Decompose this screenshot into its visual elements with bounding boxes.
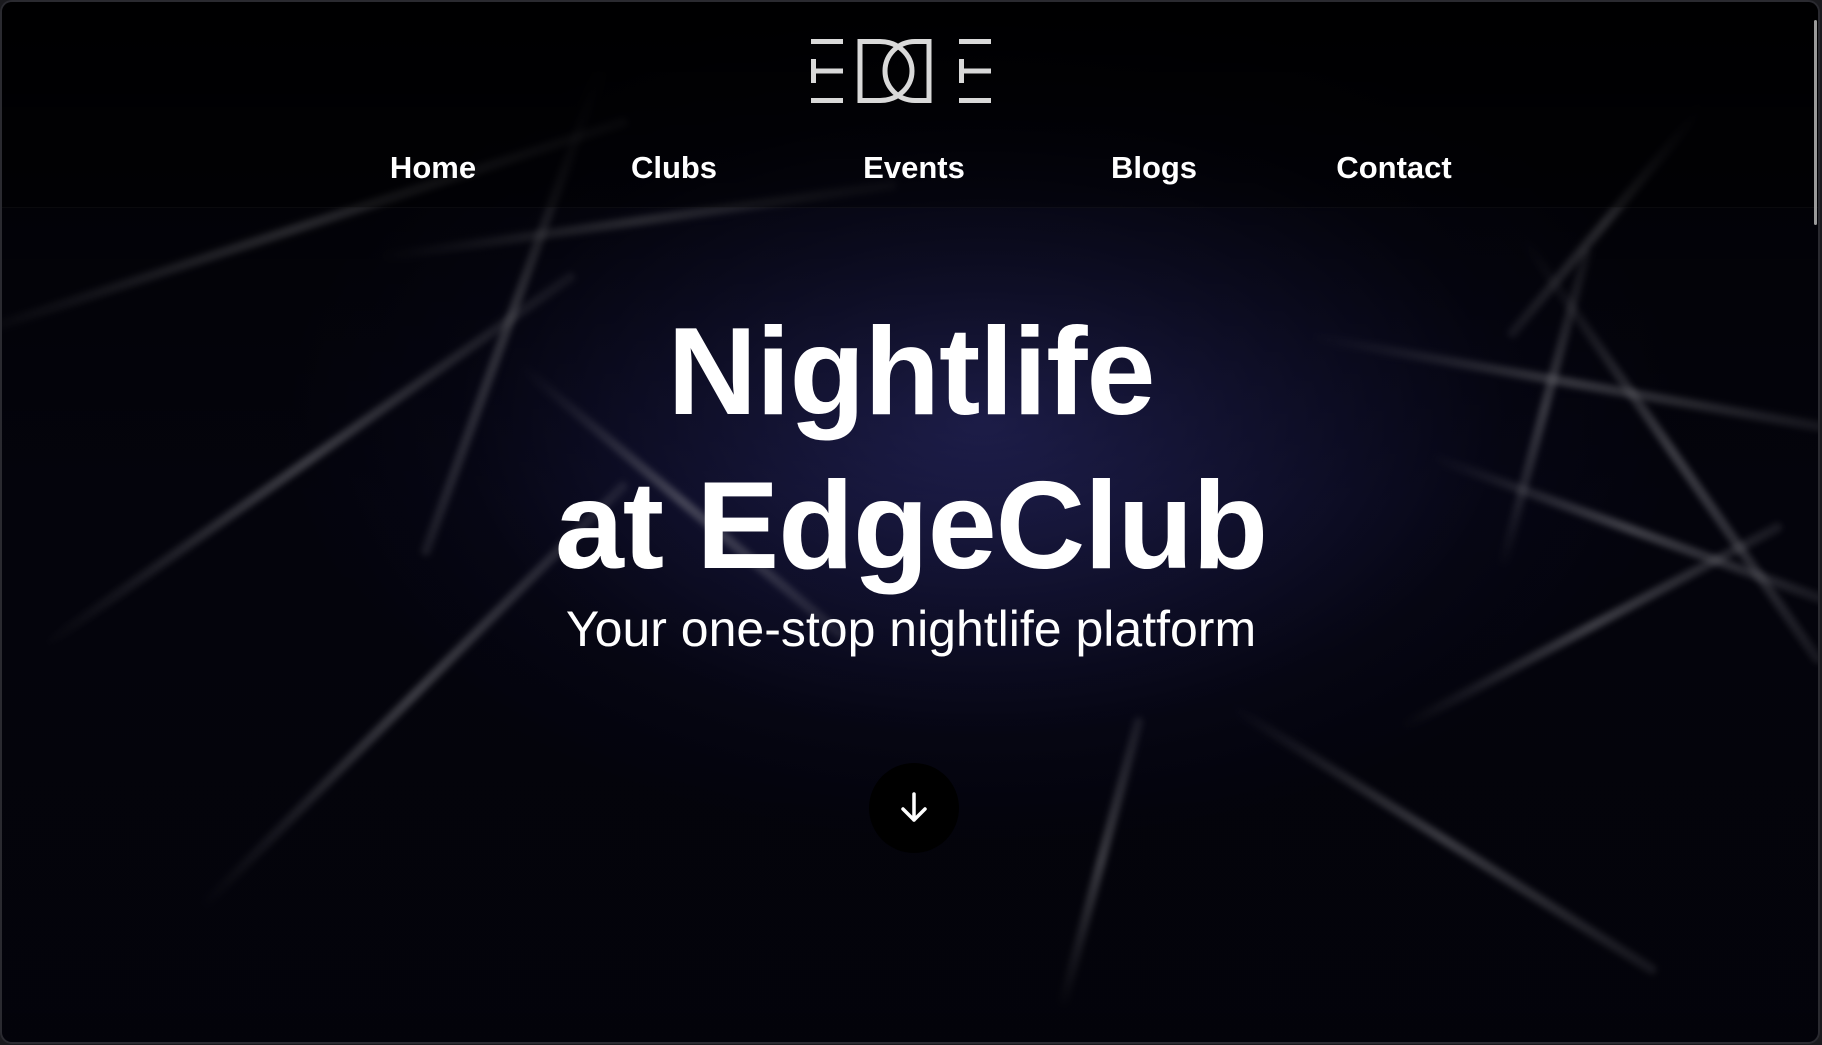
- nav-clubs[interactable]: Clubs: [631, 150, 717, 186]
- nav-contact[interactable]: Contact: [1336, 150, 1451, 186]
- scroll-down-button[interactable]: [869, 763, 959, 853]
- scrollbar[interactable]: [1814, 20, 1817, 225]
- nav-blogs[interactable]: Blogs: [1111, 150, 1197, 186]
- hero-title-line1: Nightlife: [667, 303, 1156, 441]
- hero-subtitle: Your one-stop nightlife platform: [565, 601, 1257, 657]
- hero-title-line2: at EdgeClub: [554, 457, 1268, 595]
- edge-logo[interactable]: [811, 39, 1019, 103]
- main-nav: Home Clubs Events Blogs Contact: [0, 150, 1822, 194]
- arrow-down-icon: [901, 792, 927, 822]
- nav-events[interactable]: Events: [863, 150, 965, 186]
- nav-home[interactable]: Home: [390, 150, 476, 186]
